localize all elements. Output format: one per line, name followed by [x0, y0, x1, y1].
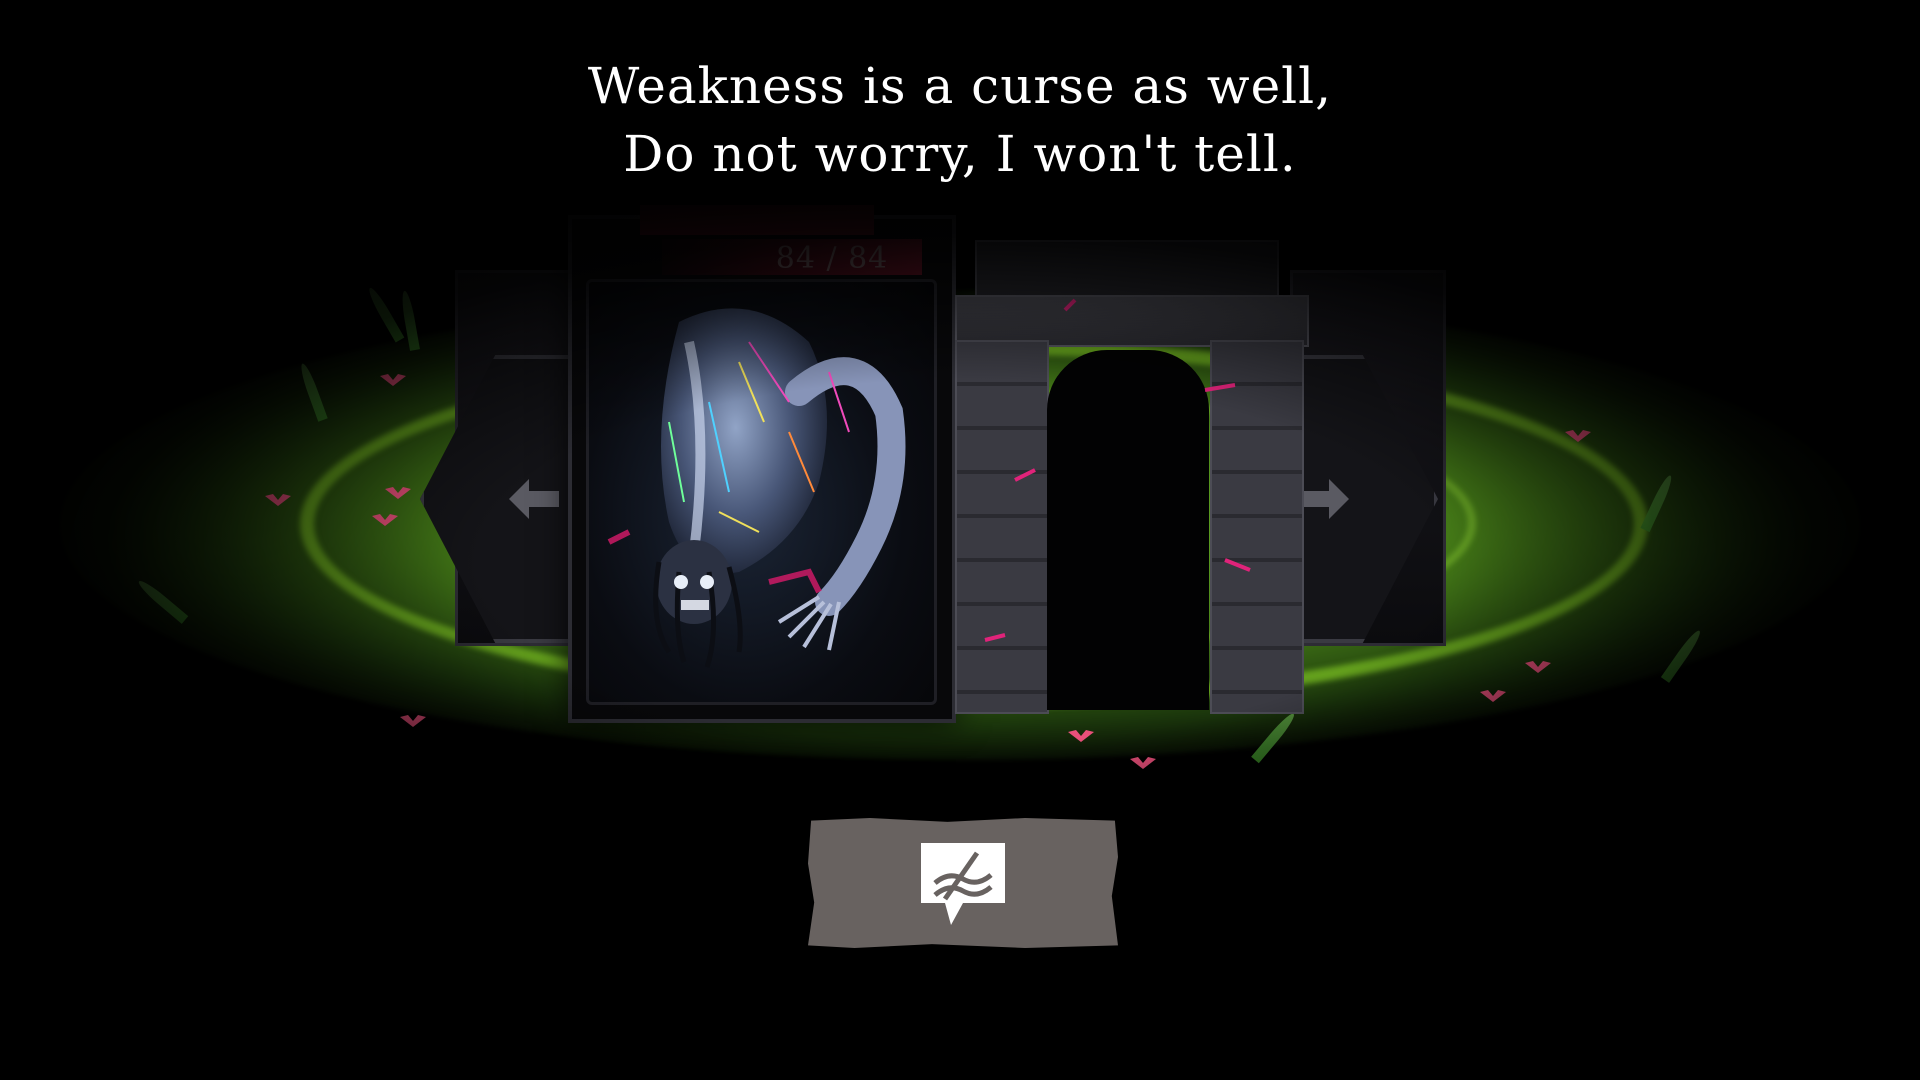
enemy-health-text: 84 / 84	[775, 241, 889, 276]
flower	[1480, 690, 1506, 702]
flower	[1525, 661, 1551, 673]
doorway-cracks	[984, 298, 1251, 642]
speech-bubble-crossed-icon	[921, 843, 1005, 925]
flower	[265, 494, 291, 506]
flower	[1068, 730, 1094, 742]
enemy-card-header	[640, 205, 874, 235]
stone-doorway	[955, 240, 1309, 720]
flower	[372, 514, 398, 526]
enemy-portrait	[586, 279, 937, 705]
dialogue-line-1: Weakness is a curse as well,	[587, 57, 1333, 115]
enemy-card[interactable]: 84 / 84	[568, 205, 956, 723]
flower	[385, 487, 411, 499]
dialogue-text: Weakness is a curse as well, Do not worr…	[460, 52, 1460, 188]
arrow-left-icon	[509, 479, 559, 519]
game-screen: 84 / 84 Weakness is a curse as well, Do …	[0, 0, 1920, 1080]
dialogue-line-2: Do not worry, I won't tell.	[623, 125, 1297, 183]
flower	[1565, 430, 1591, 442]
grass-tuft	[365, 285, 405, 343]
flower	[1130, 757, 1156, 769]
creature-illustration	[607, 308, 906, 668]
dismiss-dialogue-button[interactable]	[808, 818, 1118, 948]
flower	[400, 715, 426, 727]
flower	[380, 374, 406, 386]
